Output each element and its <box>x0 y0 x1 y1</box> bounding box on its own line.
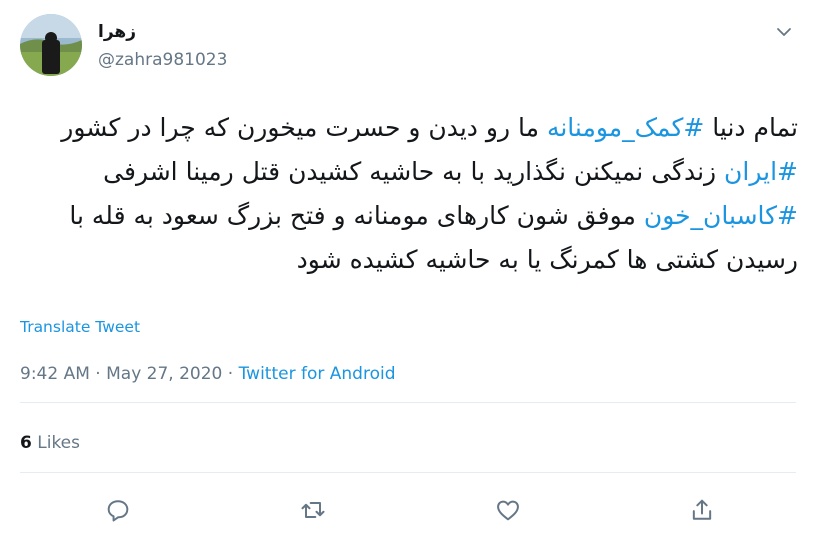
likes-count: 6 <box>20 433 32 453</box>
tweet-text-part: زندگی نمیکنن نگذارید با به حاشیه کشیدن ق… <box>103 157 725 186</box>
tweet-time[interactable]: 9:42 AM <box>20 364 90 384</box>
tweet-text-part: ما رو دیدن و حسرت میخورن که چرا در کشور <box>61 113 547 142</box>
divider <box>20 402 796 403</box>
hashtag-link[interactable]: #ایران <box>724 157 798 186</box>
tweet-date[interactable]: May 27, 2020 <box>106 364 222 384</box>
chevron-down-icon[interactable] <box>774 22 794 42</box>
user-handle[interactable]: @zahra981023 <box>98 50 227 70</box>
meta-separator: · <box>222 364 239 384</box>
display-name[interactable]: زهرا <box>98 22 136 42</box>
translate-tweet-link[interactable]: Translate Tweet <box>20 318 140 336</box>
like-icon[interactable] <box>494 496 522 524</box>
hashtag-link[interactable]: #کاسبان_خون <box>644 201 798 230</box>
tweet-text-part: تمام دنیا <box>704 113 798 142</box>
tweet-source-link[interactable]: Twitter for Android <box>239 364 396 384</box>
divider <box>20 472 796 473</box>
retweet-icon[interactable] <box>299 496 327 524</box>
meta-separator: · <box>89 364 107 384</box>
likes-label: Likes <box>37 433 80 453</box>
hashtag-link[interactable]: #کمک_مومنانه <box>547 113 704 142</box>
tweet-text: تمام دنیا #کمک_مومنانه ما رو دیدن و حسرت… <box>20 106 798 282</box>
tweet-metadata: 9:42 AM · May 27, 2020 · Twitter for And… <box>20 364 395 384</box>
likes-count-link[interactable]: 6 Likes <box>20 433 80 453</box>
share-icon[interactable] <box>688 496 716 524</box>
avatar[interactable] <box>20 14 82 76</box>
reply-icon[interactable] <box>104 496 132 524</box>
